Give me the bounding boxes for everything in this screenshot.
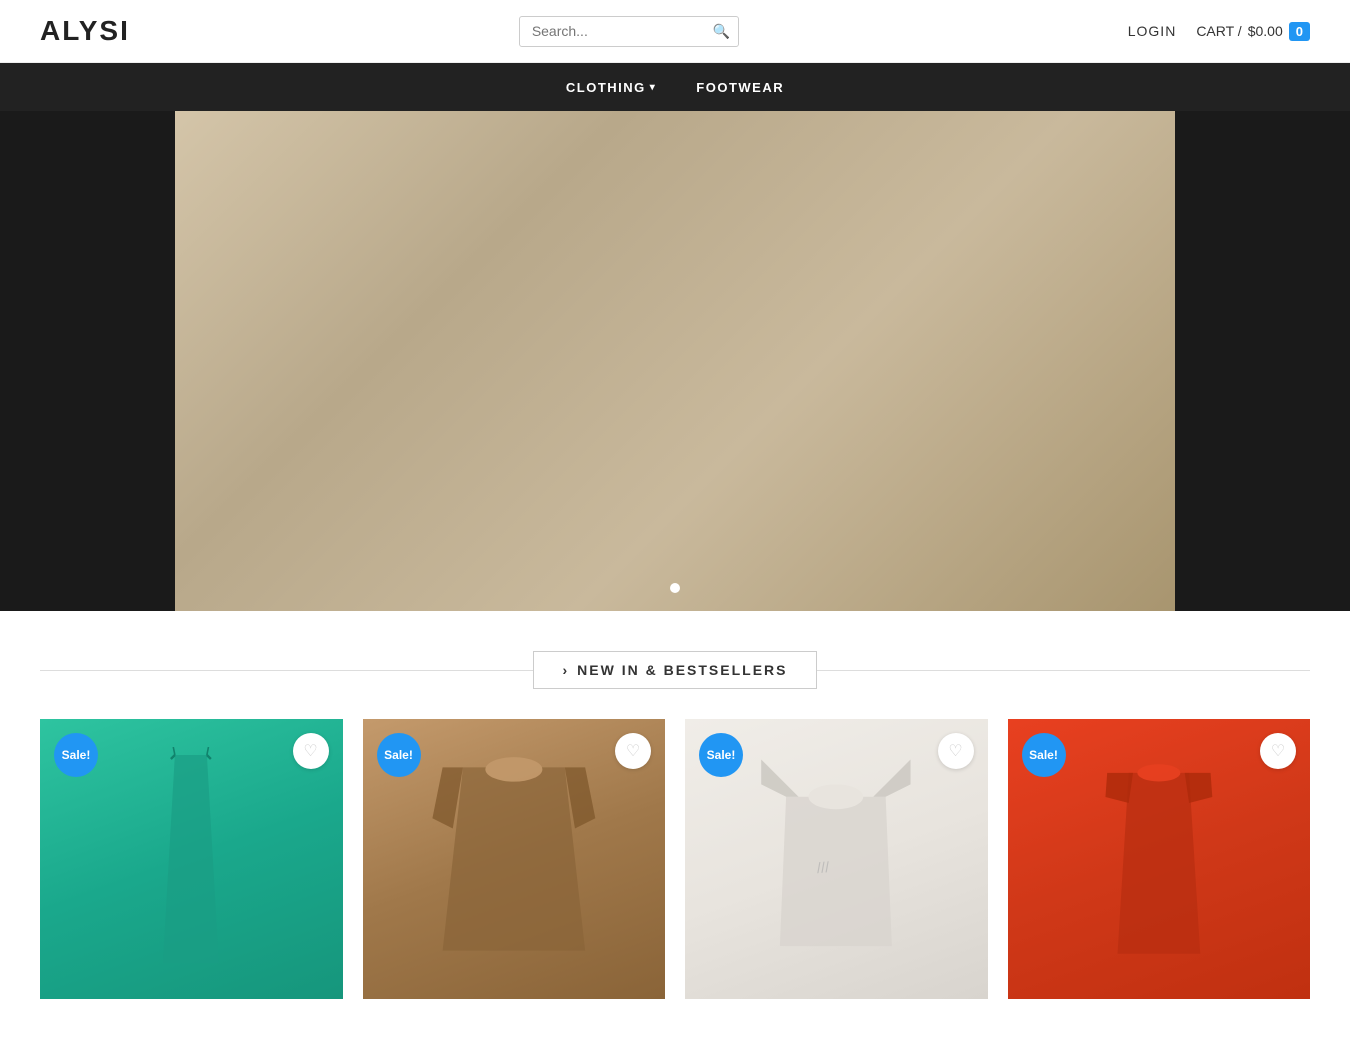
sale-badge-4: Sale! — [1022, 733, 1066, 777]
new-arrivals-button[interactable]: › NEW IN & BESTSELLERS — [533, 651, 816, 689]
cart-label: CART / — [1196, 23, 1241, 39]
wishlist-button-2[interactable]: ♡ — [615, 733, 651, 769]
svg-text:///: /// — [817, 859, 832, 877]
wishlist-button-4[interactable]: ♡ — [1260, 733, 1296, 769]
product-image-2: Sale! ♡ — [363, 719, 666, 999]
nav-item-footwear[interactable]: FOOTWEAR — [696, 80, 784, 95]
product-image-1: Sale! ♡ — [40, 719, 343, 999]
top-silhouette-2 — [408, 747, 620, 971]
section-title-text: NEW IN & BESTSELLERS — [577, 662, 787, 678]
header: ALYSI 🔍 LOGIN CART / $0.00 0 — [0, 0, 1350, 63]
slider-dot-1[interactable] — [670, 583, 680, 593]
hero-image — [175, 111, 1175, 611]
header-right: LOGIN CART / $0.00 0 — [1128, 22, 1310, 41]
product-card[interactable]: Sale! ♡ — [40, 719, 343, 999]
product-card[interactable]: Sale! ♡ /// — [685, 719, 988, 999]
sale-badge-1: Sale! — [54, 733, 98, 777]
products-grid: Sale! ♡ Sale! ♡ — [40, 719, 1310, 999]
products-section: Sale! ♡ Sale! ♡ — [0, 719, 1350, 1039]
product-image-4: Sale! ♡ — [1008, 719, 1311, 999]
clothing-chevron-icon: ▾ — [650, 82, 657, 93]
section-line-left — [40, 670, 533, 671]
slider-dots — [670, 583, 680, 593]
main-navigation: CLOTHING ▾ FOOTWEAR — [0, 63, 1350, 111]
product-card[interactable]: Sale! ♡ — [1008, 719, 1311, 999]
product-card[interactable]: Sale! ♡ — [363, 719, 666, 999]
section-title-wrap: › NEW IN & BESTSELLERS — [40, 651, 1310, 689]
cart-price: $0.00 — [1248, 23, 1283, 39]
hero-slider — [0, 111, 1350, 611]
dress-silhouette-1 — [85, 747, 297, 971]
wishlist-button-1[interactable]: ♡ — [293, 733, 329, 769]
search-form: 🔍 — [519, 16, 739, 47]
chevron-right-icon: › — [562, 662, 569, 678]
tshirt-silhouette-3: /// — [730, 747, 942, 971]
login-link[interactable]: LOGIN — [1128, 23, 1177, 39]
section-line-right — [817, 670, 1310, 671]
product-image-3: Sale! ♡ /// — [685, 719, 988, 999]
cart-button[interactable]: CART / $0.00 0 — [1196, 22, 1310, 41]
sale-badge-2: Sale! — [377, 733, 421, 777]
dress-silhouette-4 — [1053, 747, 1265, 971]
brand-logo[interactable]: ALYSI — [40, 15, 130, 47]
sale-badge-3: Sale! — [699, 733, 743, 777]
wishlist-button-3[interactable]: ♡ — [938, 733, 974, 769]
cart-count-badge: 0 — [1289, 22, 1310, 41]
search-icon[interactable]: 🔍 — [713, 23, 730, 40]
search-input[interactable] — [532, 23, 713, 39]
nav-item-clothing[interactable]: CLOTHING ▾ — [566, 80, 656, 95]
